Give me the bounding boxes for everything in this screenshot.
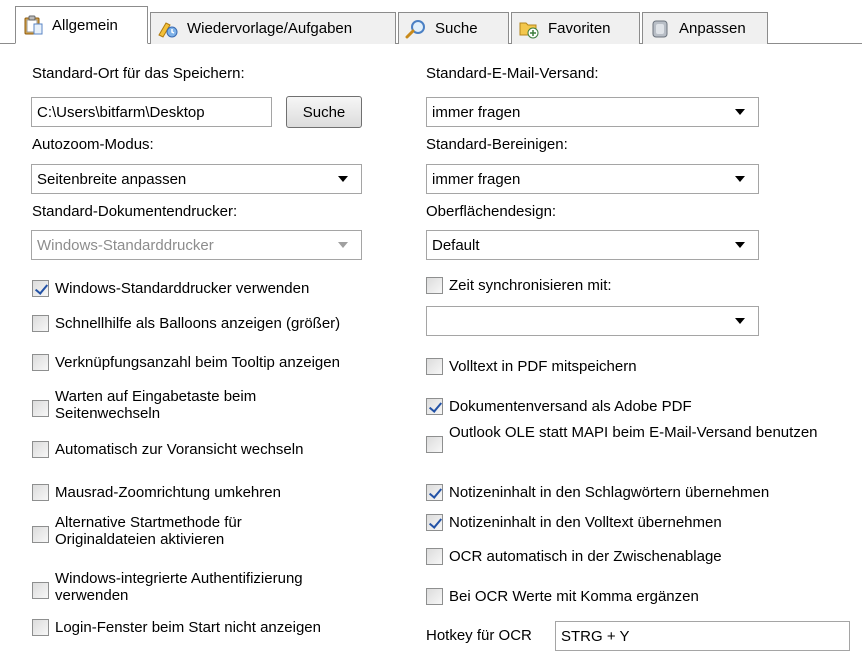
checkbox-label: Alternative Startmethode für Originaldat… [55,514,242,548]
checkbox-box[interactable] [426,436,443,453]
checkbox-alt-start-method[interactable]: Alternative Startmethode für Originaldat… [32,514,372,548]
email-value: immer fragen [432,103,521,121]
checkbox-box[interactable] [32,526,49,543]
time-sync-select[interactable] [426,306,759,336]
checkbox-use-windows-printer[interactable]: Windows-Standarddrucker verwenden [32,280,309,297]
checkbox-label: Outlook OLE statt MAPI beim E-Mail-Versa… [449,424,818,441]
checkbox-link-count-tooltip[interactable]: Verknüpfungsanzahl beim Tooltip anzeigen [32,354,340,371]
checkbox-label: Windows-integrierte Authentifizierung ve… [55,570,303,604]
email-label: Standard-E-Mail-Versand: [426,65,599,82]
checkbox-label: Windows-Standarddrucker verwenden [55,280,310,297]
tab-bar: Allgemein Wiedervorlage/Aufgaben Suche F… [0,0,862,44]
checkbox-box[interactable] [32,354,49,371]
checkbox-box[interactable] [32,441,49,458]
checkbox-label: Zeit synchronisieren mit: [449,277,612,294]
design-value: Default [432,236,480,254]
printer-select[interactable]: Windows-Standarddrucker [31,230,362,260]
checkbox-hide-login[interactable]: Login-Fenster beim Start nicht anzeigen [32,619,321,636]
design-select[interactable]: Default [426,230,759,260]
checkbox-notes-fulltext[interactable]: Notizeninhalt in den Volltext übernehmen [426,514,722,531]
checkbox-label: Schnellhilfe als Balloons anzeigen (größ… [55,315,341,332]
checkbox-box[interactable] [426,277,443,294]
tab-label: Suche [435,20,478,37]
checkbox-label: Verknüpfungsanzahl beim Tooltip anzeigen [55,354,340,371]
autozoom-value: Seitenbreite anpassen [37,170,187,188]
checkbox-label: Warten auf Eingabetaste beim Seitenwechs… [55,388,257,422]
checkbox-label: Automatisch zur Voransicht wechseln [55,441,304,458]
checkbox-time-sync[interactable]: Zeit synchronisieren mit: [426,277,612,294]
customize-icon [649,19,671,39]
chevron-down-icon [735,242,745,248]
autozoom-label: Autozoom-Modus: [32,136,154,153]
checkbox-windows-auth[interactable]: Windows-integrierte Authentifizierung ve… [32,570,372,604]
chevron-down-icon [735,176,745,182]
checkbox-wait-enter[interactable]: Warten auf Eingabetaste beim Seitenwechs… [32,388,372,422]
tab-suche[interactable]: Suche [398,12,509,44]
save-location-field[interactable]: C:\Users\bitfarm\Desktop [31,97,272,127]
tab-wiedervorlage[interactable]: Wiedervorlage/Aufgaben [150,12,396,44]
checkbox-box[interactable] [426,514,443,531]
printer-label: Standard-Dokumentendrucker: [32,203,238,220]
checkbox-ocr-clipboard[interactable]: OCR automatisch in der Zwischenablage [426,548,722,565]
autozoom-select[interactable]: Seitenbreite anpassen [31,164,362,194]
tab-label: Wiedervorlage/Aufgaben [187,20,353,37]
tab-allgemein[interactable]: Allgemein [15,6,148,44]
save-location-label: Standard-Ort für das Speichern: [32,65,245,82]
checkbox-box[interactable] [32,280,49,297]
checkbox-box[interactable] [426,588,443,605]
checkbox-label: Volltext in PDF mitspeichern [449,358,637,375]
checkbox-box[interactable] [32,315,49,332]
checkbox-invert-zoom[interactable]: Mausrad-Zoomrichtung umkehren [32,484,281,501]
checkbox-auto-preview[interactable]: Automatisch zur Voransicht wechseln [32,441,303,458]
favorites-icon [518,19,540,39]
checkbox-label: Login-Fenster beim Start nicht anzeigen [55,619,321,636]
cleanup-value: immer fragen [432,170,521,188]
tab-favoriten[interactable]: Favoriten [511,12,640,44]
checkbox-box[interactable] [32,619,49,636]
design-label: Oberflächendesign: [426,203,557,220]
chevron-down-icon [735,109,745,115]
hotkey-input[interactable]: STRG + Y [555,621,850,651]
checkbox-notes-keywords[interactable]: Notizeninhalt in den Schlagwörtern übern… [426,484,769,501]
checkbox-send-adobe-pdf[interactable]: Dokumentenversand als Adobe PDF [426,398,692,415]
checkbox-ocr-comma[interactable]: Bei OCR Werte mit Komma ergänzen [426,588,699,605]
tab-label: Anpassen [679,20,746,37]
browse-button[interactable]: Suche [286,96,362,128]
tasks-icon [157,19,179,39]
tab-anpassen[interactable]: Anpassen [642,12,768,44]
general-settings-panel: Standard-Ort für das Speichern: C:\Users… [0,44,862,661]
checkbox-label: OCR automatisch in der Zwischenablage [449,548,722,565]
checkbox-box[interactable] [32,484,49,501]
chevron-down-icon [338,242,348,248]
checkbox-outlook-ole[interactable]: Outlook OLE statt MAPI beim E-Mail-Versa… [426,424,846,453]
checkbox-label: Notizeninhalt in den Schlagwörtern übern… [449,484,770,501]
checkbox-box[interactable] [426,548,443,565]
checkbox-box[interactable] [426,358,443,375]
checkbox-label: Mausrad-Zoomrichtung umkehren [55,484,281,501]
tab-label: Allgemein [52,16,118,34]
clipboard-icon [22,15,44,35]
checkbox-box[interactable] [32,400,49,417]
email-select[interactable]: immer fragen [426,97,759,127]
checkbox-box[interactable] [426,484,443,501]
tab-label: Favoriten [548,20,611,37]
magnifier-icon [405,19,427,39]
hotkey-label: Hotkey für OCR [426,627,532,644]
checkbox-label: Notizeninhalt in den Volltext übernehmen [449,514,722,531]
cleanup-label: Standard-Bereinigen: [426,136,568,153]
checkbox-label: Bei OCR Werte mit Komma ergänzen [449,588,699,605]
printer-value: Windows-Standarddrucker [37,236,214,254]
checkbox-fulltext-pdf[interactable]: Volltext in PDF mitspeichern [426,358,637,375]
checkbox-box[interactable] [426,398,443,415]
cleanup-select[interactable]: immer fragen [426,164,759,194]
checkbox-balloon-help[interactable]: Schnellhilfe als Balloons anzeigen (größ… [32,315,340,332]
checkbox-label: Dokumentenversand als Adobe PDF [449,398,692,415]
checkbox-box[interactable] [32,582,49,599]
chevron-down-icon [338,176,348,182]
chevron-down-icon [735,318,745,324]
